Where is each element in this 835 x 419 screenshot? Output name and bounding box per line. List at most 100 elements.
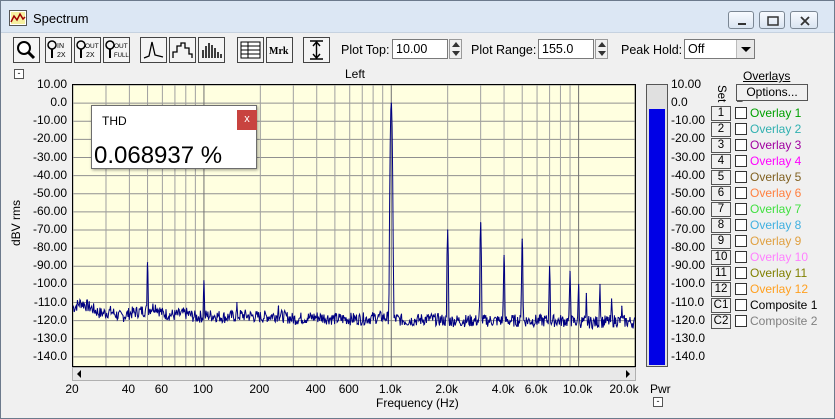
y-tick-label: -50.00 [32,185,67,200]
svg-text:IN: IN [57,43,64,50]
meter-tick-label: -60.00 [671,203,706,218]
overlay-set-button[interactable]: 4 [711,154,731,169]
overlay-set-button[interactable]: 9 [711,234,731,249]
overlay-checkbox[interactable] [735,251,747,263]
overlay-checkbox[interactable] [735,315,747,327]
data-table-button[interactable] [237,37,264,63]
meter-label: Pwr [650,382,671,396]
zoom-out-2x-button[interactable]: OUT 2X [74,37,101,63]
set-column-header: Set [715,85,727,103]
meter-collapse-button[interactable]: - [653,397,663,407]
overlay-label: Overlay 6 [750,186,802,200]
autoscale-button[interactable] [303,37,330,63]
overlay-checkbox[interactable] [735,171,747,183]
overlay-checkbox[interactable] [735,283,747,295]
plot-top-spinner[interactable] [449,39,462,59]
zoom-in-2x-button[interactable]: IN 2X [45,37,72,63]
overlay-checkbox[interactable] [735,155,747,167]
overlay-set-button[interactable]: C1 [711,298,731,313]
overlay-set-button[interactable]: 2 [711,122,731,137]
line-view-button[interactable] [140,37,167,63]
y-tick-label: -130.0 [32,330,67,345]
zoom-tool-button[interactable] [13,37,40,63]
title-bar: Spectrum [1,1,834,33]
meter-tick-label: -40.00 [671,167,706,182]
spectrum-peak [599,283,601,286]
meter-tick-label: -130.0 [671,330,706,345]
minimize-button[interactable] [728,11,754,29]
plot-top-input[interactable]: 10.00 [392,39,448,59]
y-tick-label: -120.0 [32,312,67,327]
thd-close-button[interactable]: x [237,110,257,130]
overlay-set-button[interactable]: 3 [711,138,731,153]
overlay-set-button[interactable]: 5 [711,170,731,185]
spectrum-peak [236,301,238,304]
spectrum-peak [585,292,587,295]
thd-readout-dialog[interactable]: THD x 0.068937 % [91,105,257,169]
meter-tick-label: -70.00 [671,222,706,237]
x-tick-label: 60 [154,382,169,396]
overlay-label: Composite 1 [750,298,818,312]
meter-tick-label: -30.00 [671,149,706,164]
step-graph-icon [172,42,193,58]
x-tick-label: 100 [192,382,213,396]
x-axis-label: Frequency (Hz) [376,396,459,410]
overlay-checkbox[interactable] [735,187,747,199]
spectrum-peak [146,262,149,264]
bar-view-button[interactable] [198,37,225,63]
thd-value: 0.068937 % [94,142,223,169]
overlay-checkbox[interactable] [735,107,747,119]
y-tick-label: -80.00 [32,240,67,255]
zoom-full-button[interactable]: OUT FULL [103,37,130,63]
marker-button[interactable]: Mrk [266,37,293,63]
overlay-label: Overlay 8 [750,218,802,232]
restore-icon [767,16,779,26]
meter-tick-label: -140.0 [671,348,706,363]
minimize-icon [738,23,746,25]
svg-text:FULL: FULL [114,53,129,59]
plot-range-input[interactable]: 155.0 [538,39,594,59]
x-tick-label: 200 [249,382,270,396]
overlay-checkbox[interactable] [735,235,747,247]
zoom-full-icon: OUT FULL [105,40,129,59]
y-tick-label: 10.00 [36,77,67,91]
overlay-checkbox[interactable] [735,123,747,135]
close-window-button[interactable] [790,11,818,29]
power-meter [646,84,668,367]
overlay-checkbox[interactable] [735,219,747,231]
horizontal-scrollbar[interactable] [72,367,636,381]
meter-tick-label: 0.0 [671,95,688,110]
maximize-button[interactable] [759,11,785,29]
svg-text:2X: 2X [86,52,95,59]
overlay-set-button[interactable]: 8 [711,218,731,233]
scroll-right-icon[interactable] [621,368,635,380]
overlay-checkbox[interactable] [735,299,747,311]
overlay-checkbox[interactable] [735,203,747,215]
scroll-left-icon[interactable] [73,368,87,380]
overlay-set-button[interactable]: 1 [711,106,731,121]
plot-range-spinner[interactable] [595,39,608,59]
overlay-set-button[interactable]: 11 [711,266,731,281]
window-title: Spectrum [33,11,89,26]
y-tick-label: -20.00 [32,131,67,146]
overlay-set-button[interactable]: 12 [711,282,731,297]
spectrum-peak [480,222,482,224]
meter-tick-label: 10.00 [671,77,702,91]
overlay-checkbox[interactable] [735,139,747,151]
peak-hold-select[interactable]: Off [684,39,755,59]
overlay-label: Overlay 10 [750,250,809,264]
overlay-label: Composite 2 [750,314,818,328]
spectrum-peak [447,229,449,231]
overlay-checkbox[interactable] [735,267,747,279]
spectrum-peak [390,102,392,104]
spectrum-peak [503,254,505,257]
overlay-set-button[interactable]: C2 [711,314,731,329]
overlay-set-button[interactable]: 10 [711,250,731,265]
step-view-button[interactable] [169,37,196,63]
overlay-set-button[interactable]: 6 [711,186,731,201]
overlay-options-button[interactable]: Options... [736,84,808,101]
overlay-set-button[interactable]: 7 [711,202,731,217]
svg-text:OUT: OUT [114,43,128,50]
y-tick-label: -140.0 [32,348,67,363]
y-tick-label: -30.00 [32,149,67,164]
